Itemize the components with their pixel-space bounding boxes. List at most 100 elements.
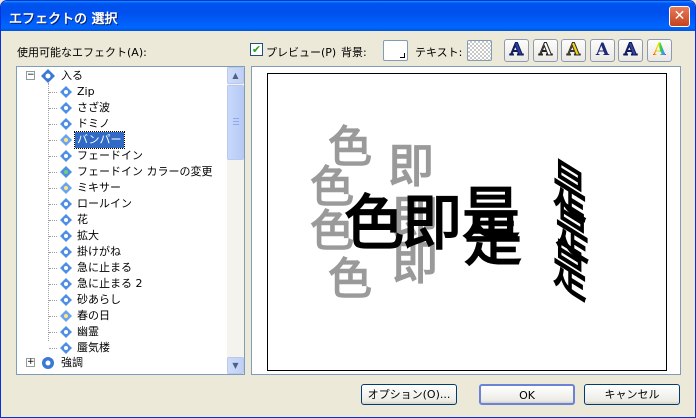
preview-glyph-2: 即 [402, 189, 462, 259]
tree-item[interactable]: 急に止まる [17, 260, 222, 276]
effects-tree-content: − 入る Zip さざ波ドミノ バンパー フェードイン フェードイン カラーの変更 ミキサ… [17, 67, 228, 374]
diamond-icon [60, 294, 72, 306]
tree-group-enter[interactable]: − 入る [17, 68, 217, 84]
tree-connector [49, 300, 57, 301]
scroll-down-button[interactable]: ▼ [227, 357, 244, 374]
tree-item-label: 花 [77, 213, 88, 226]
tree-connector [49, 348, 57, 349]
tree-item[interactable]: フェードイン [17, 148, 222, 164]
close-button[interactable]: ✕ [669, 6, 690, 27]
diamond-icon [60, 278, 72, 290]
diamond-icon [60, 326, 72, 338]
background-color-swatch[interactable] [383, 40, 408, 61]
scroll-up-button[interactable]: ▲ [227, 67, 244, 84]
tree-item[interactable]: フェードイン カラーの変更 [17, 164, 222, 180]
letter-a-rainbow-icon: A [652, 40, 667, 60]
tree-item-label: バンパー [74, 131, 125, 149]
tree-item[interactable]: 急に止まる 2 [17, 276, 222, 292]
tree-item[interactable]: 幽霊 [17, 324, 222, 340]
tree-item-label: 幽霊 [77, 325, 99, 338]
background-label: 背景: [341, 46, 367, 59]
diamond-icon [60, 230, 72, 242]
tree-connector [49, 316, 57, 317]
tree-item[interactable]: 砂あらし [17, 292, 222, 308]
preview-glyph-1: 色 [344, 189, 404, 259]
tree-group-emphasis[interactable]: + 強調 [17, 355, 217, 371]
tree-item-label: ミキサー [77, 181, 121, 194]
effects-tree[interactable]: − 入る Zip さざ波ドミノ バンパー フェードイン フェードイン カラーの変更 ミキサ… [16, 66, 245, 375]
dropdown-corner-icon [400, 53, 405, 58]
group-star-icon [41, 69, 55, 83]
preview-label[interactable]: プレビュー(P) [266, 44, 336, 60]
tree-group-label: 強調 [61, 356, 83, 369]
letter-a-yellow-icon: A [566, 40, 581, 61]
chevron-up-icon: ▲ [232, 71, 239, 80]
options-button[interactable]: オプション(O)... [361, 384, 457, 405]
title-bar: エフェクトの 選択 ✕ [1, 1, 695, 31]
tree-connector [49, 332, 57, 333]
tree-connector [49, 156, 57, 157]
tree-connector [49, 220, 57, 221]
tree-item[interactable]: 春の日 [17, 308, 222, 324]
preview-panel: 色 色 色 色 即 即 即 色 即 是 是 是 是 是 [251, 66, 681, 375]
tree-item[interactable]: ロールイン [17, 196, 222, 212]
style-button-yellow[interactable]: A [561, 39, 586, 62]
close-icon: ✕ [673, 8, 686, 24]
tree-item[interactable]: 拡大 [17, 228, 222, 244]
tree-group-label: 入る [61, 69, 83, 82]
cancel-button[interactable]: キャンセル [584, 384, 680, 405]
tree-item[interactable]: 蜃気楼 [17, 340, 222, 356]
expand-icon: + [26, 357, 35, 367]
diamond-spark-icon [60, 134, 72, 146]
tree-item[interactable]: 掛けがね [17, 244, 222, 260]
preview-glyph-3-echo: 是 [464, 206, 522, 274]
tree-item[interactable]: バンパー [17, 131, 222, 149]
tree-connector [49, 108, 57, 109]
style-button-blue-outline[interactable]: A [504, 39, 529, 62]
grip-line [233, 124, 239, 125]
tree-item-label: Zip [77, 85, 95, 98]
tree-item-label: 蜃気楼 [77, 341, 110, 354]
letter-a-bluewhite-icon: A [623, 40, 638, 61]
check-icon: ✔ [251, 43, 262, 56]
tree-item[interactable]: さざ波 [17, 100, 222, 116]
style-button-rainbow[interactable]: A [647, 39, 672, 62]
scroll-thumb[interactable] [227, 85, 244, 160]
ghost-glyph: 即 [388, 139, 434, 193]
effect-select-dialog: エフェクトの 選択 ✕ 使用可能なエフェクト(A): ✔ プレビュー(P) 背景… [0, 0, 696, 418]
diamond-arrows-icon [60, 86, 72, 98]
tree-item[interactable]: Zip [17, 84, 222, 100]
diamond-icon [60, 198, 72, 210]
preview-checkbox[interactable]: ✔ [250, 43, 263, 56]
tree-item-label: フェードイン カラーの変更 [77, 165, 213, 178]
chevron-down-icon: ▼ [232, 361, 239, 370]
diamond-spark-icon [60, 182, 72, 194]
tree-scrollbar[interactable]: ▲ ▼ [227, 67, 244, 374]
tree-connector [49, 252, 57, 253]
style-button-outline[interactable]: A [533, 39, 558, 62]
style-button-blue-white[interactable]: A [618, 39, 643, 62]
tree-connector [49, 124, 57, 125]
text-label: テキスト: [415, 46, 463, 59]
diamond-icon [60, 102, 72, 114]
tree-connector [49, 236, 57, 237]
tree-item[interactable]: ミキサー [17, 180, 222, 196]
tree-item[interactable]: ドミノ [17, 116, 222, 132]
diamond-spark-icon [60, 310, 72, 322]
ok-button[interactable]: OK [479, 384, 575, 405]
diamond-icon [60, 342, 72, 354]
tree-item-label: さざ波 [77, 101, 110, 114]
letter-a-navy-icon: A [595, 40, 610, 60]
diamond-color-icon [60, 166, 72, 178]
diamond-icon [60, 214, 72, 226]
diamond-icon [60, 150, 72, 162]
bumper-animation-preview: 色 色 色 色 即 即 即 色 即 是 是 是 是 是 [310, 122, 589, 314]
text-fill-swatch[interactable] [467, 40, 492, 61]
tree-connector [49, 204, 57, 205]
letter-a-outline-icon: A [538, 40, 553, 61]
grip-line [233, 121, 239, 122]
tree-item[interactable]: 花 [17, 212, 222, 228]
tree-item-label: ロールイン [77, 197, 132, 210]
style-button-navy[interactable]: A [590, 39, 615, 62]
letter-a-blue-icon: A [509, 40, 524, 61]
